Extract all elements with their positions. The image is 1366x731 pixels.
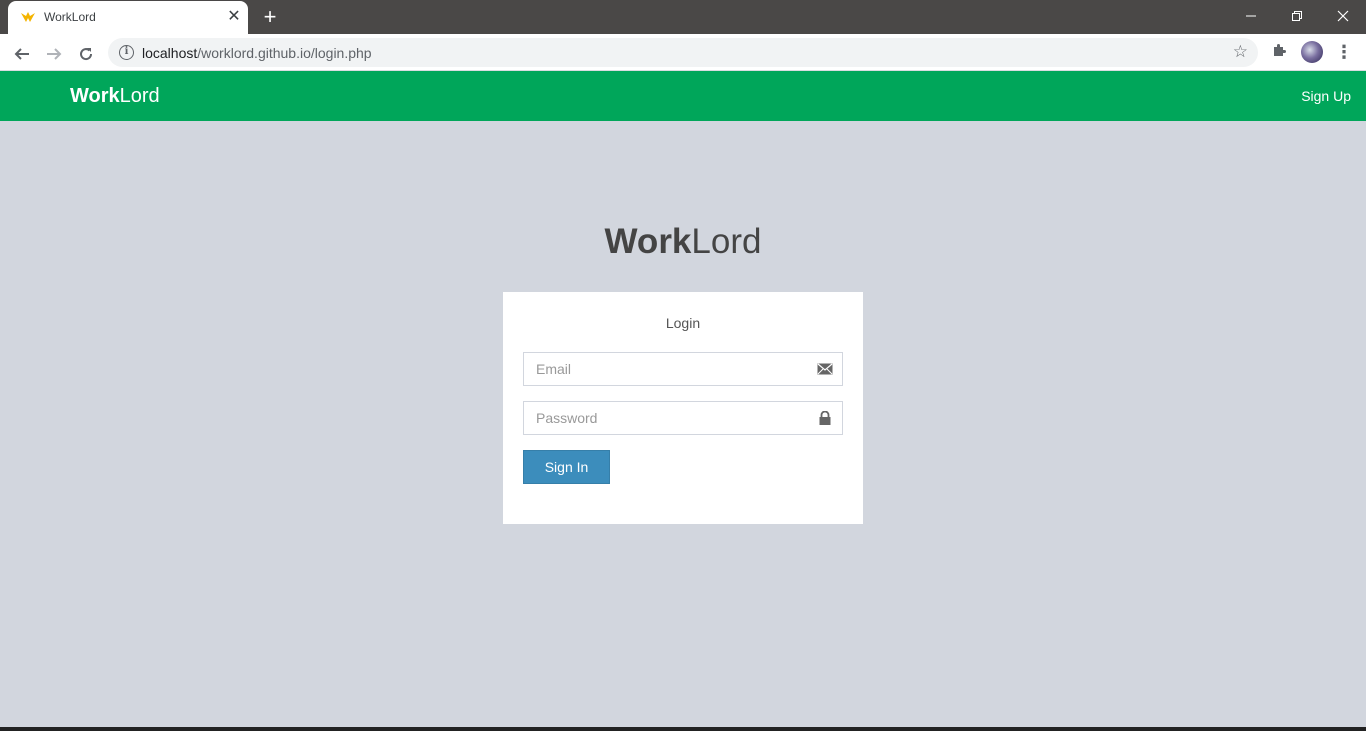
url-path: /worklord.github.io/login.php [197, 45, 372, 61]
browser-toolbar: i localhost/worklord.github.io/login.php… [0, 34, 1366, 71]
sign-in-button[interactable]: Sign In [523, 450, 610, 484]
profile-avatar[interactable] [1301, 41, 1323, 63]
url-text: localhost/worklord.github.io/login.php [142, 45, 372, 61]
url-host: localhost [142, 45, 198, 61]
new-tab-button[interactable]: + [258, 5, 282, 29]
tab-close-icon[interactable]: ✕ [225, 8, 243, 26]
header-logo-bold: Work [70, 85, 120, 107]
forward-arrow-icon[interactable] [41, 40, 67, 66]
signup-link[interactable]: Sign Up [1301, 88, 1351, 104]
address-bar[interactable]: i localhost/worklord.github.io/login.php… [108, 38, 1258, 67]
extensions-puzzle-icon[interactable] [1269, 42, 1289, 62]
envelope-icon [817, 362, 833, 376]
login-logo-bold: Work [604, 222, 692, 261]
password-input[interactable] [524, 402, 842, 434]
close-window-icon[interactable] [1320, 0, 1366, 30]
worklord-favicon-icon [20, 10, 36, 24]
app-header: WorkLord Sign Up [0, 71, 1366, 121]
minimize-icon[interactable] [1228, 0, 1274, 30]
header-logo[interactable]: WorkLord [70, 85, 160, 108]
login-logo-rest: Lord [691, 222, 762, 261]
browser-tab[interactable]: WorkLord ✕ [8, 1, 248, 34]
email-input[interactable] [524, 353, 842, 385]
back-arrow-icon[interactable] [9, 40, 35, 66]
login-box: Login Sign In [503, 292, 863, 524]
taskbar-strip [0, 727, 1366, 731]
login-logo: WorkLord [0, 222, 1366, 262]
header-logo-rest: Lord [119, 85, 160, 107]
browser-menu-icon[interactable]: ⋮ [1334, 41, 1354, 63]
email-field[interactable] [523, 352, 843, 386]
login-box-message: Login [665, 315, 701, 331]
bookmark-star-icon[interactable]: ☆ [1233, 42, 1248, 62]
browser-tabstrip: WorkLord ✕ + [0, 0, 1366, 34]
lock-icon [817, 410, 833, 425]
restore-icon[interactable] [1274, 0, 1320, 30]
password-field[interactable] [523, 401, 843, 435]
reload-icon[interactable] [73, 40, 99, 66]
site-info-icon[interactable]: i [119, 45, 134, 60]
tab-title: WorkLord [44, 10, 96, 24]
